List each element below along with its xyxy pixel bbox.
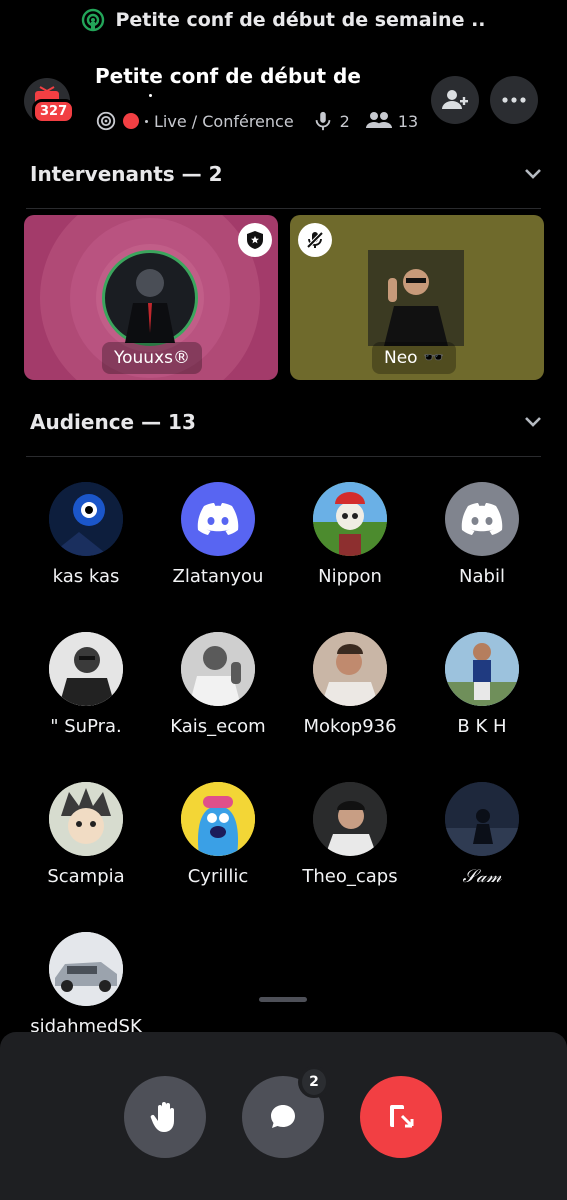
member-name: Scampia: [47, 866, 125, 887]
muted-badge: [298, 223, 332, 257]
audience-member[interactable]: Zlatanyou: [152, 482, 284, 587]
audience-label: Audience — 13: [30, 410, 196, 434]
member-name: B K H: [457, 716, 507, 737]
speakers-label: Intervenants — 2: [30, 162, 223, 186]
member-name: Cyrillic: [187, 866, 249, 887]
avatar: [49, 482, 123, 556]
stage-banner[interactable]: Petite conf de début de semaine ..: [0, 0, 567, 40]
chat-bubble-icon: [271, 1105, 295, 1128]
raise-hand-button[interactable]: [124, 1076, 206, 1158]
live-indicator-icon: [123, 113, 139, 129]
member-name: Kais_ecom: [170, 716, 266, 737]
stage-header: 327 Petite conf de début de Live / Confé…: [0, 58, 567, 148]
listeners-icon: [365, 112, 392, 128]
speaker-name: Youuxs®: [102, 342, 202, 374]
member-name: Nippon: [318, 566, 382, 587]
add-user-icon: [442, 90, 468, 109]
audience-member[interactable]: 𝒮𝒶𝓂: [416, 782, 548, 887]
muted-mic-icon: [306, 231, 324, 249]
speaker-card[interactable]: Youuxs®: [24, 215, 278, 380]
discord-default-avatar: [181, 482, 255, 556]
audience-member[interactable]: Nabil: [416, 482, 548, 587]
audience-member[interactable]: Scampia: [20, 782, 152, 887]
audience-member[interactable]: Theo_caps: [284, 782, 416, 887]
avatar: [102, 250, 198, 346]
avatar: [49, 632, 123, 706]
chevron-down-icon[interactable]: [523, 167, 543, 181]
audience-member[interactable]: sidahmedSK: [20, 932, 152, 1037]
leave-icon: [390, 1105, 414, 1128]
drag-handle[interactable]: [259, 997, 307, 1002]
speaker-count: 2: [339, 111, 350, 131]
more-icon: [502, 97, 526, 103]
member-name: 𝒮𝒶𝓂: [462, 866, 502, 887]
chat-unread-badge: 2: [298, 1066, 330, 1098]
divider: [26, 208, 541, 209]
stage-live-icon: [96, 111, 116, 131]
member-name: Nabil: [459, 566, 505, 587]
audience-member[interactable]: kas kas: [20, 482, 152, 587]
invite-button[interactable]: [431, 76, 479, 124]
moderator-shield-icon: [247, 231, 263, 249]
speaker-card[interactable]: Neo 🕶️: [290, 215, 544, 380]
discord-logo-icon: [197, 503, 239, 535]
speaker-name: Neo 🕶️: [372, 342, 457, 374]
stage-banner-title: Petite conf de début de semaine ..: [115, 9, 486, 31]
audience-member[interactable]: Cyrillic: [152, 782, 284, 887]
speakers-section-header[interactable]: Intervenants — 2: [30, 162, 543, 186]
avatar: [445, 782, 519, 856]
audience-member[interactable]: Kais_ecom: [152, 632, 284, 737]
leave-stage-button[interactable]: [360, 1076, 442, 1158]
member-name: " SuPra.: [50, 716, 122, 737]
avatar: [313, 482, 387, 556]
discord-logo-icon: [461, 503, 503, 535]
avatar: [313, 782, 387, 856]
server-notification-badge: 327: [32, 99, 76, 124]
stage-icon: [82, 8, 105, 32]
listener-count: 13: [397, 111, 419, 131]
discord-default-avatar: [445, 482, 519, 556]
member-name: kas kas: [52, 566, 120, 587]
member-name: Zlatanyou: [172, 566, 264, 587]
stage-status: Live / Conférence: [154, 111, 294, 131]
chevron-down-icon[interactable]: [523, 415, 543, 429]
controls-panel: 2: [0, 1032, 567, 1200]
avatar: [181, 632, 255, 706]
member-name: Theo_caps: [302, 866, 398, 887]
member-name: Mokop936: [303, 716, 397, 737]
meta-separator: [145, 119, 148, 123]
avatar: [368, 250, 464, 346]
audience-member[interactable]: " SuPra.: [20, 632, 152, 737]
hand-icon: [150, 1102, 174, 1132]
stage-meta: Live / Conférence 2 13: [95, 110, 418, 132]
audience-member[interactable]: Mokop936: [284, 632, 416, 737]
audience-member[interactable]: B K H: [416, 632, 548, 737]
more-options-button[interactable]: [490, 76, 538, 124]
avatar: [49, 782, 123, 856]
moderator-badge: [238, 223, 272, 257]
title-dot: [149, 94, 152, 97]
chat-button[interactable]: 2: [242, 1066, 330, 1158]
audience-section-header[interactable]: Audience — 13: [30, 410, 543, 434]
avatar: [445, 632, 519, 706]
divider: [26, 456, 541, 457]
audience-member[interactable]: Nippon: [284, 482, 416, 587]
avatar: [49, 932, 123, 1006]
avatar: [181, 782, 255, 856]
avatar: [313, 632, 387, 706]
microphone-icon: [315, 111, 331, 131]
stage-title: Petite conf de début de: [95, 64, 361, 88]
